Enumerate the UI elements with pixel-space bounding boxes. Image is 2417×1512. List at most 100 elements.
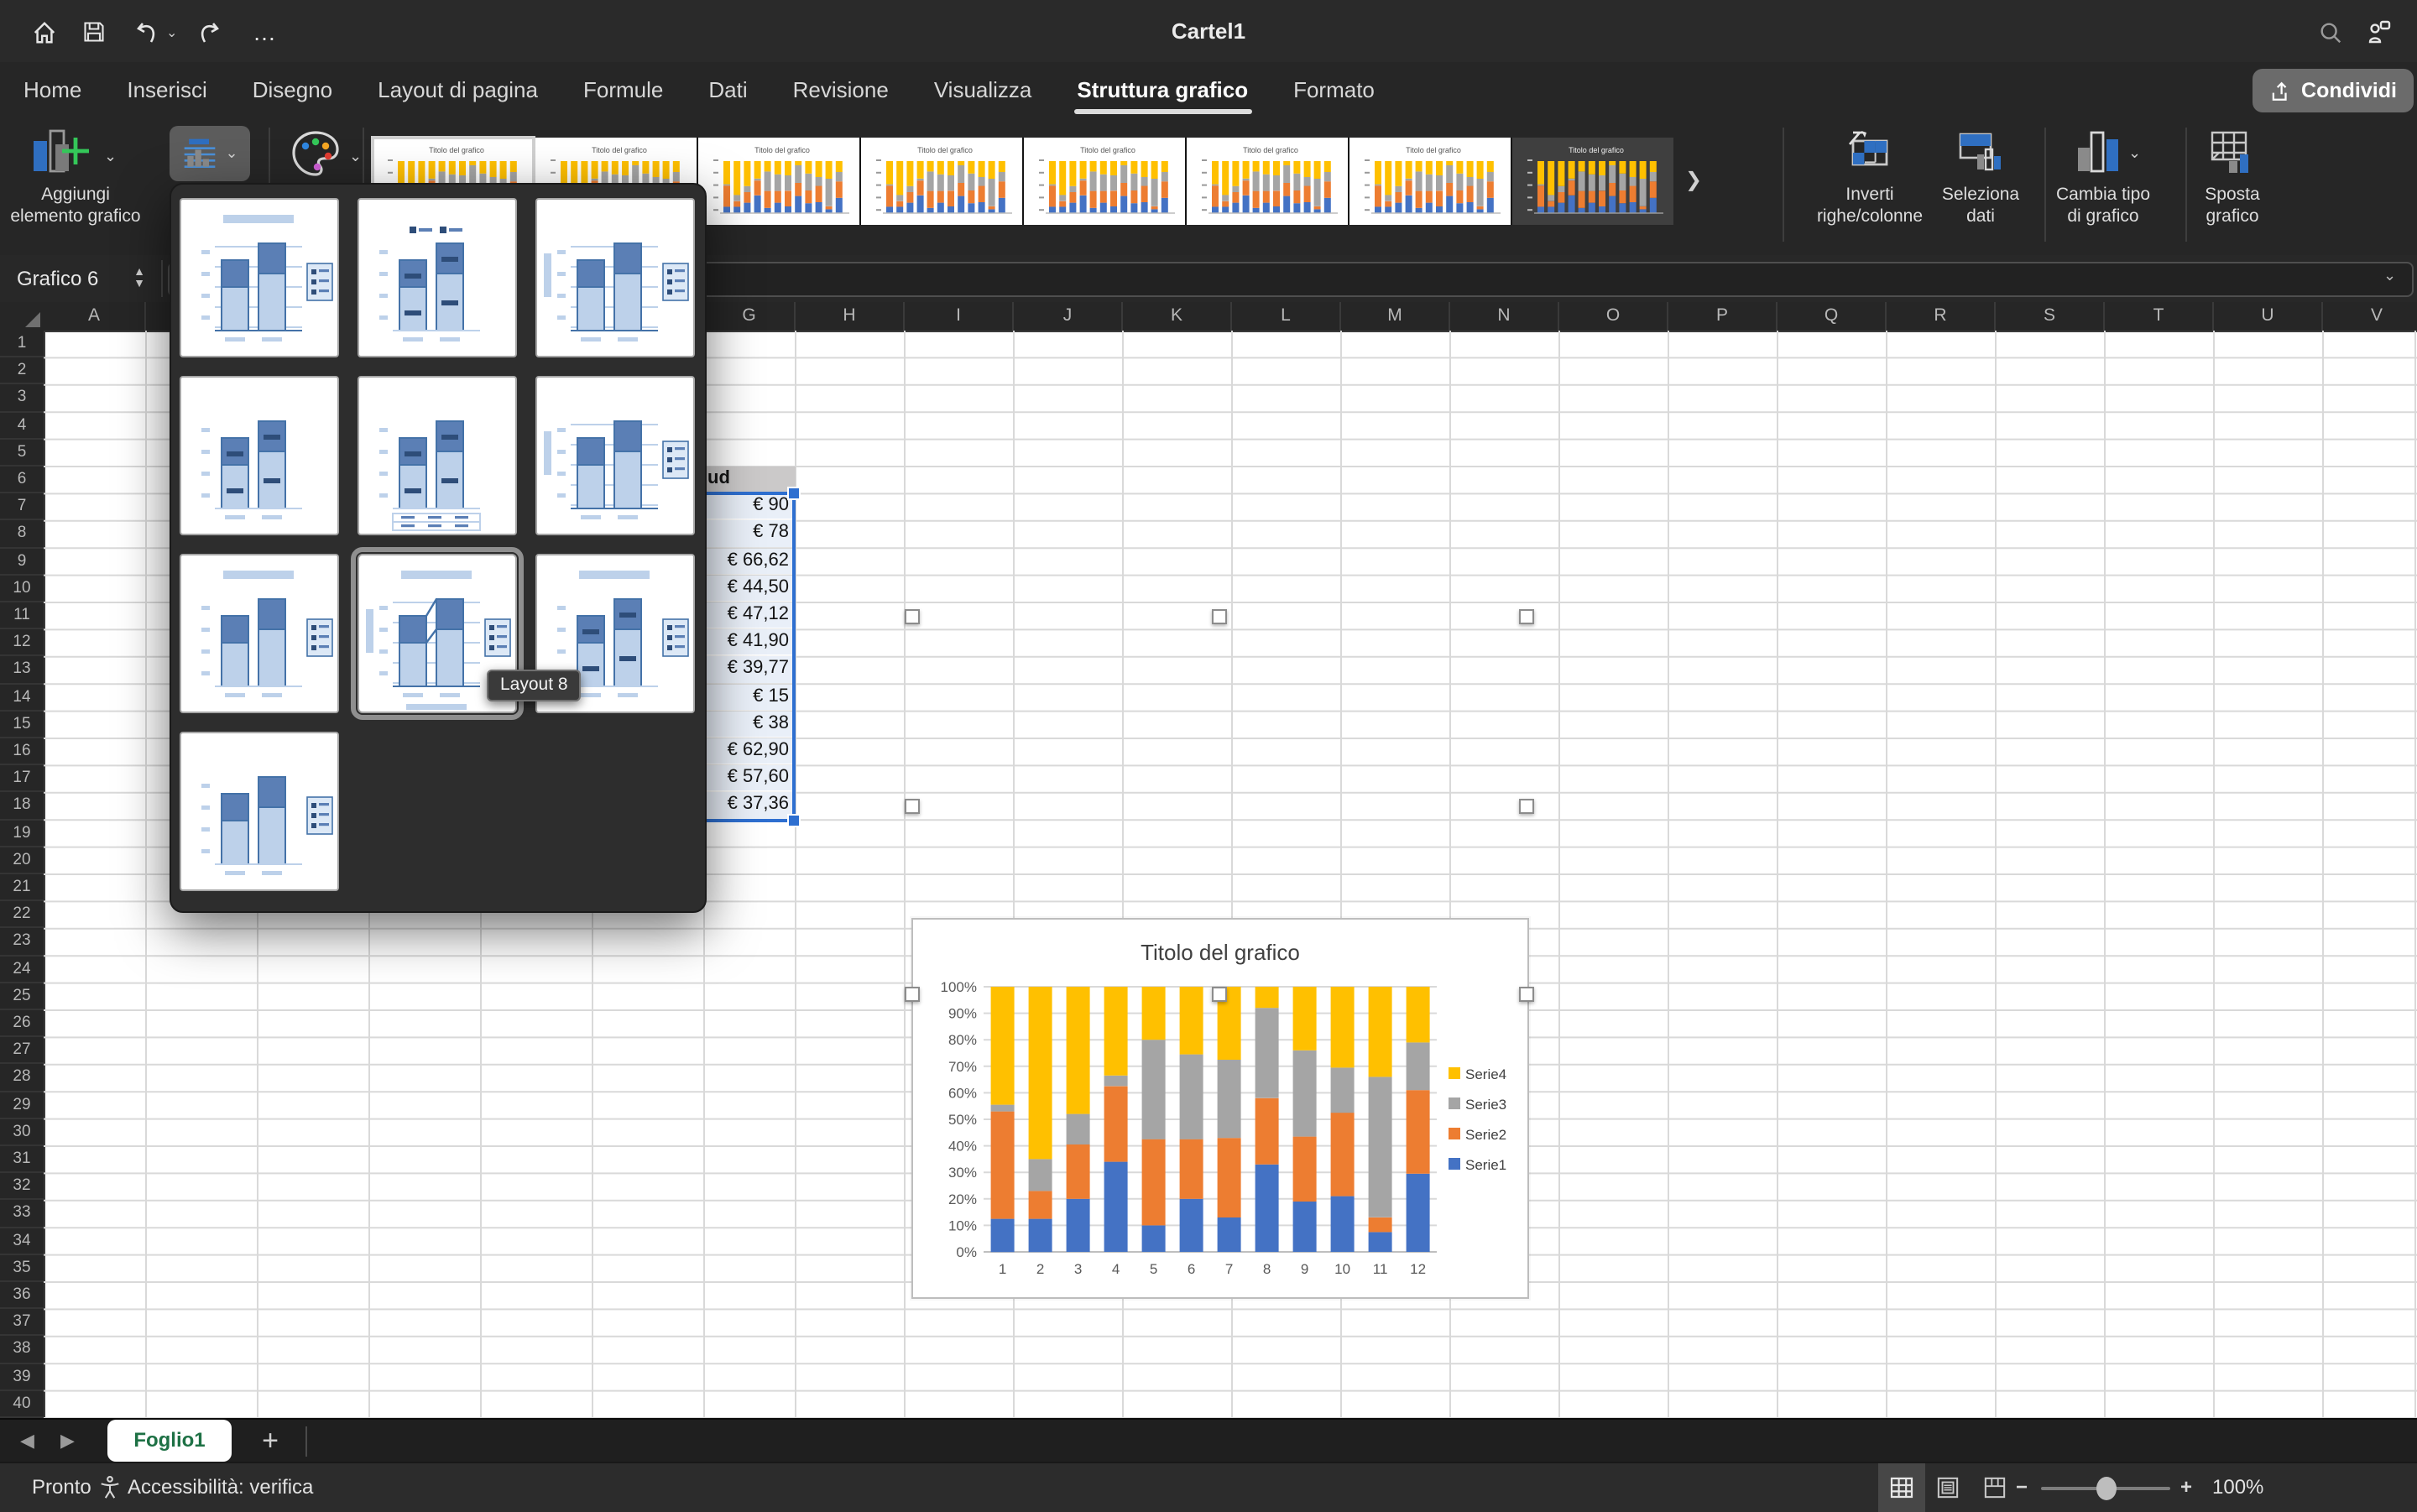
chart-object[interactable]: Titolo del grafico0%10%20%30%40%50%60%70… xyxy=(911,918,1529,1299)
column-header-R[interactable]: R xyxy=(1887,302,1996,332)
column-header-T[interactable]: T xyxy=(2105,302,2214,332)
row-header-38[interactable]: 38 xyxy=(0,1337,45,1363)
chart-style-5[interactable]: Titolo del grafico xyxy=(1024,138,1185,225)
column-header-L[interactable]: L xyxy=(1232,302,1341,332)
row-header-32[interactable]: 32 xyxy=(0,1173,45,1200)
row-header-2[interactable]: 2 xyxy=(0,357,45,384)
chart-handle-5[interactable] xyxy=(905,987,920,1002)
tab-revisione[interactable]: Revisione xyxy=(793,77,889,102)
sheet-tab-foglio1[interactable]: Foglio1 xyxy=(107,1420,232,1462)
column-header-K[interactable]: K xyxy=(1123,302,1232,332)
layout-option-4[interactable] xyxy=(180,376,339,535)
add-chart-element-button[interactable]: Aggiungi elemento grafico xyxy=(0,185,151,228)
name-box[interactable]: Grafico 6 xyxy=(17,255,98,302)
tab-formato[interactable]: Formato xyxy=(1293,77,1375,102)
gallery-more-chevron-icon[interactable]: ❯ xyxy=(1685,168,1702,191)
row-header-27[interactable]: 27 xyxy=(0,1037,45,1064)
change-chart-type-icon[interactable] xyxy=(2075,128,2122,186)
add-sheet-button[interactable]: + xyxy=(252,1421,289,1462)
tab-dati[interactable]: Dati xyxy=(708,77,747,102)
zoom-in-button[interactable]: + xyxy=(2180,1463,2192,1512)
page-break-view-icon[interactable] xyxy=(1984,1477,2006,1504)
search-icon[interactable] xyxy=(2310,12,2350,52)
move-chart-icon[interactable] xyxy=(2206,128,2256,186)
row-header-23[interactable]: 23 xyxy=(0,929,45,956)
layout-option-10[interactable] xyxy=(180,732,339,891)
row-header-9[interactable]: 9 xyxy=(0,548,45,575)
chart-handle-0[interactable] xyxy=(905,609,920,624)
stepper-up-icon[interactable]: ▲ xyxy=(133,267,145,279)
stepper-down-icon[interactable]: ▼ xyxy=(133,279,145,290)
switch-row-column-button[interactable]: Inverti righe/colonne xyxy=(1799,185,1940,228)
row-header-15[interactable]: 15 xyxy=(0,712,45,738)
layout-option-5[interactable] xyxy=(358,376,517,535)
row-header-35[interactable]: 35 xyxy=(0,1255,45,1282)
row-header-5[interactable]: 5 xyxy=(0,440,45,467)
row-header-37[interactable]: 37 xyxy=(0,1309,45,1336)
row-header-25[interactable]: 25 xyxy=(0,983,45,1010)
share-button[interactable]: Condividi xyxy=(2253,69,2414,112)
zoom-out-button[interactable]: − xyxy=(2016,1463,2028,1512)
row-header-40[interactable]: 40 xyxy=(0,1391,45,1418)
row-header-11[interactable]: 11 xyxy=(0,602,45,629)
tab-visualizza[interactable]: Visualizza xyxy=(934,77,1032,102)
add-chart-element-icon[interactable] xyxy=(30,128,101,186)
chart-style-8[interactable]: Titolo del grafico xyxy=(1512,138,1673,225)
chart-style-6[interactable]: Titolo del grafico xyxy=(1187,138,1348,225)
row-header-8[interactable]: 8 xyxy=(0,521,45,548)
row-header-26[interactable]: 26 xyxy=(0,1010,45,1037)
column-header-G[interactable]: G xyxy=(704,302,796,332)
row-header-30[interactable]: 30 xyxy=(0,1119,45,1146)
column-header-I[interactable]: I xyxy=(905,302,1014,332)
row-header-13[interactable]: 13 xyxy=(0,657,45,684)
row-header-17[interactable]: 17 xyxy=(0,765,45,792)
row-header-12[interactable]: 12 xyxy=(0,629,45,656)
tab-formule[interactable]: Formule xyxy=(583,77,663,102)
row-header-3[interactable]: 3 xyxy=(0,385,45,412)
column-header-H[interactable]: H xyxy=(796,302,905,332)
chart-handle-3[interactable] xyxy=(905,798,920,813)
chart-handle-7[interactable] xyxy=(1519,987,1534,1002)
row-header-36[interactable]: 36 xyxy=(0,1282,45,1309)
select-all-corner[interactable] xyxy=(0,302,45,332)
move-chart-button[interactable]: Sposta grafico xyxy=(2182,185,2283,228)
column-header-Q[interactable]: Q xyxy=(1778,302,1887,332)
row-header-7[interactable]: 7 xyxy=(0,493,45,520)
column-header-S[interactable]: S xyxy=(1996,302,2105,332)
chart-style-7[interactable]: Titolo del grafico xyxy=(1349,138,1511,225)
tab-home[interactable]: Home xyxy=(23,77,81,102)
add-element-chevron-icon[interactable]: ⌄ xyxy=(104,148,117,166)
row-header-21[interactable]: 21 xyxy=(0,874,45,901)
chart-handle-6[interactable] xyxy=(1212,987,1227,1002)
column-header-J[interactable]: J xyxy=(1014,302,1123,332)
row-header-18[interactable]: 18 xyxy=(0,793,45,820)
formula-expand-chevron-icon[interactable]: ⌄ xyxy=(2383,267,2396,285)
zoom-slider-knob[interactable] xyxy=(2096,1477,2117,1500)
row-header-29[interactable]: 29 xyxy=(0,1092,45,1118)
layout-option-7[interactable] xyxy=(180,554,339,713)
name-box-stepper[interactable]: ▲▼ xyxy=(128,260,151,297)
column-header-O[interactable]: O xyxy=(1559,302,1668,332)
row-header-31[interactable]: 31 xyxy=(0,1146,45,1173)
row-header-24[interactable]: 24 xyxy=(0,956,45,983)
tab-struttura-grafico[interactable]: Struttura grafico xyxy=(1077,77,1248,102)
row-header-20[interactable]: 20 xyxy=(0,847,45,874)
column-header-P[interactable]: P xyxy=(1668,302,1778,332)
select-data-button[interactable]: Seleziona dati xyxy=(1927,185,2034,228)
switch-row-column-icon[interactable] xyxy=(1843,128,1893,186)
column-header-U[interactable]: U xyxy=(2214,302,2323,332)
select-data-icon[interactable] xyxy=(1955,128,2006,186)
tab-layout-di-pagina[interactable]: Layout di pagina xyxy=(378,77,538,102)
chart-handle-2[interactable] xyxy=(1519,609,1534,624)
normal-view-icon[interactable] xyxy=(1890,1477,1913,1504)
row-header-33[interactable]: 33 xyxy=(0,1201,45,1228)
page-layout-view-icon[interactable] xyxy=(1937,1477,1959,1504)
layout-option-6[interactable] xyxy=(535,376,695,535)
change-colors-chevron-icon[interactable]: ⌄ xyxy=(349,148,362,166)
cell-G6[interactable]: ud xyxy=(704,467,796,492)
quick-layout-button[interactable]: ⌄ xyxy=(170,126,250,181)
row-header-6[interactable]: 6 xyxy=(0,467,45,493)
range-handle-top-right[interactable] xyxy=(787,487,801,500)
share-contact-icon[interactable] xyxy=(2358,12,2399,52)
row-header-39[interactable]: 39 xyxy=(0,1363,45,1390)
